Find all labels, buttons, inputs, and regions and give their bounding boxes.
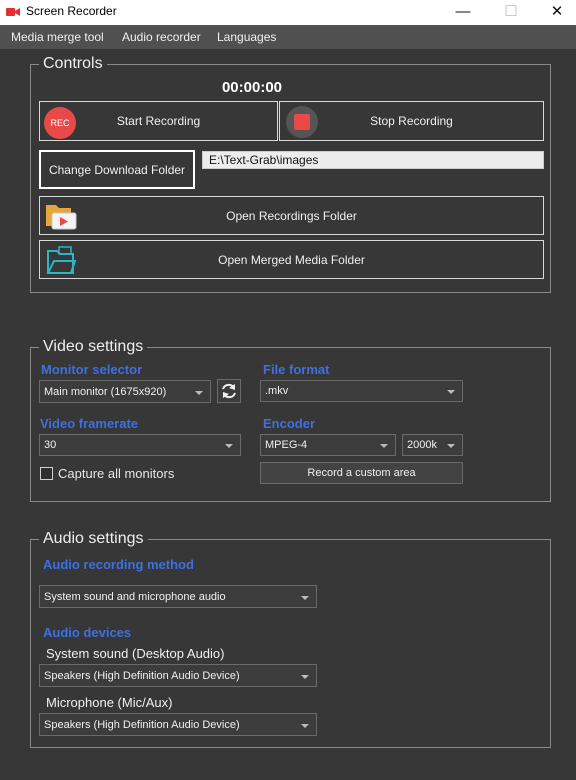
audio-recording-method-dropdown[interactable]: System sound and microphone audio xyxy=(39,585,317,608)
chevron-down-icon xyxy=(447,444,455,448)
controls-group-title: Controls xyxy=(39,55,107,73)
video-framerate-value: 30 xyxy=(44,439,57,451)
encoder-label: Encoder xyxy=(263,416,316,431)
audio-recording-method-value: System sound and microphone audio xyxy=(44,590,226,603)
file-format-value: .mkv xyxy=(265,385,289,397)
capture-all-monitors-label: Capture all monitors xyxy=(58,466,175,481)
chevron-down-icon xyxy=(301,595,309,600)
window-title: Screen Recorder xyxy=(26,4,117,18)
start-recording-button[interactable]: REC Start Recording xyxy=(39,101,278,141)
chevron-down-icon xyxy=(195,390,203,395)
download-folder-path[interactable]: E:\Text-Grab\images xyxy=(202,151,544,169)
encoder-dropdown[interactable]: MPEG-4 xyxy=(260,434,396,456)
audio-devices-label: Audio devices xyxy=(43,625,132,640)
file-format-label: File format xyxy=(263,362,330,377)
chevron-down-icon xyxy=(447,390,455,394)
title-bar: Screen Recorder — ☐ ✕ xyxy=(0,0,576,25)
microphone-dropdown[interactable]: Speakers (High Definition Audio Device) xyxy=(39,713,317,736)
system-sound-label: System sound (Desktop Audio) xyxy=(46,646,225,661)
chevron-down-icon xyxy=(301,723,309,728)
chevron-down-icon xyxy=(380,444,388,448)
video-framerate-dropdown[interactable]: 30 xyxy=(39,434,241,456)
menu-bar: Media merge tool Audio recorder Language… xyxy=(0,25,576,49)
refresh-monitors-button[interactable] xyxy=(217,379,241,403)
microphone-value: Speakers (High Definition Audio Device) xyxy=(44,718,240,731)
capture-all-monitors-checkbox[interactable] xyxy=(40,467,53,480)
record-custom-area-button[interactable]: Record a custom area xyxy=(260,462,463,484)
monitor-selector-value: Main monitor (1675x920) xyxy=(44,385,167,398)
start-recording-label: Start Recording xyxy=(116,114,201,128)
change-download-folder-button[interactable]: Change Download Folder xyxy=(39,150,195,189)
stop-recording-button[interactable]: Stop Recording xyxy=(279,101,544,141)
refresh-icon xyxy=(222,383,236,399)
stop-recording-label: Stop Recording xyxy=(370,114,453,128)
monitor-selector-dropdown[interactable]: Main monitor (1675x920) xyxy=(39,380,211,403)
maximize-button[interactable]: ☐ xyxy=(488,0,534,25)
audio-recording-method-label: Audio recording method xyxy=(43,557,194,572)
video-settings-title: Video settings xyxy=(39,338,148,356)
camera-icon xyxy=(6,8,20,16)
video-framerate-label: Video framerate xyxy=(40,416,139,431)
bitrate-value: 2000k xyxy=(407,439,437,451)
encoder-value: MPEG-4 xyxy=(265,439,308,451)
monitor-selector-label: Monitor selector xyxy=(41,362,143,377)
bitrate-dropdown[interactable]: 2000k xyxy=(402,434,463,456)
chevron-down-icon xyxy=(225,444,233,448)
system-sound-value: Speakers (High Definition Audio Device) xyxy=(44,669,240,682)
menu-languages[interactable]: Languages xyxy=(217,30,276,44)
open-recordings-folder-button[interactable]: Open Recordings Folder xyxy=(39,196,544,235)
open-merged-media-folder-label: Open Merged Media Folder xyxy=(218,252,365,267)
microphone-label: Microphone (Mic/Aux) xyxy=(46,695,173,710)
close-button[interactable]: ✕ xyxy=(534,0,576,25)
minimize-button[interactable]: — xyxy=(440,0,486,25)
audio-settings-title: Audio settings xyxy=(39,530,148,548)
change-download-folder-label: Change Download Folder xyxy=(48,162,186,177)
menu-media-merge-tool[interactable]: Media merge tool xyxy=(11,30,104,44)
open-merged-media-folder-button[interactable]: Open Merged Media Folder xyxy=(39,240,544,279)
file-format-dropdown[interactable]: .mkv xyxy=(260,380,463,402)
recording-timer: 00:00:00 xyxy=(221,79,283,96)
open-recordings-folder-label: Open Recordings Folder xyxy=(226,208,357,223)
system-sound-dropdown[interactable]: Speakers (High Definition Audio Device) xyxy=(39,664,317,687)
chevron-down-icon xyxy=(301,674,309,679)
menu-audio-recorder[interactable]: Audio recorder xyxy=(122,30,201,44)
